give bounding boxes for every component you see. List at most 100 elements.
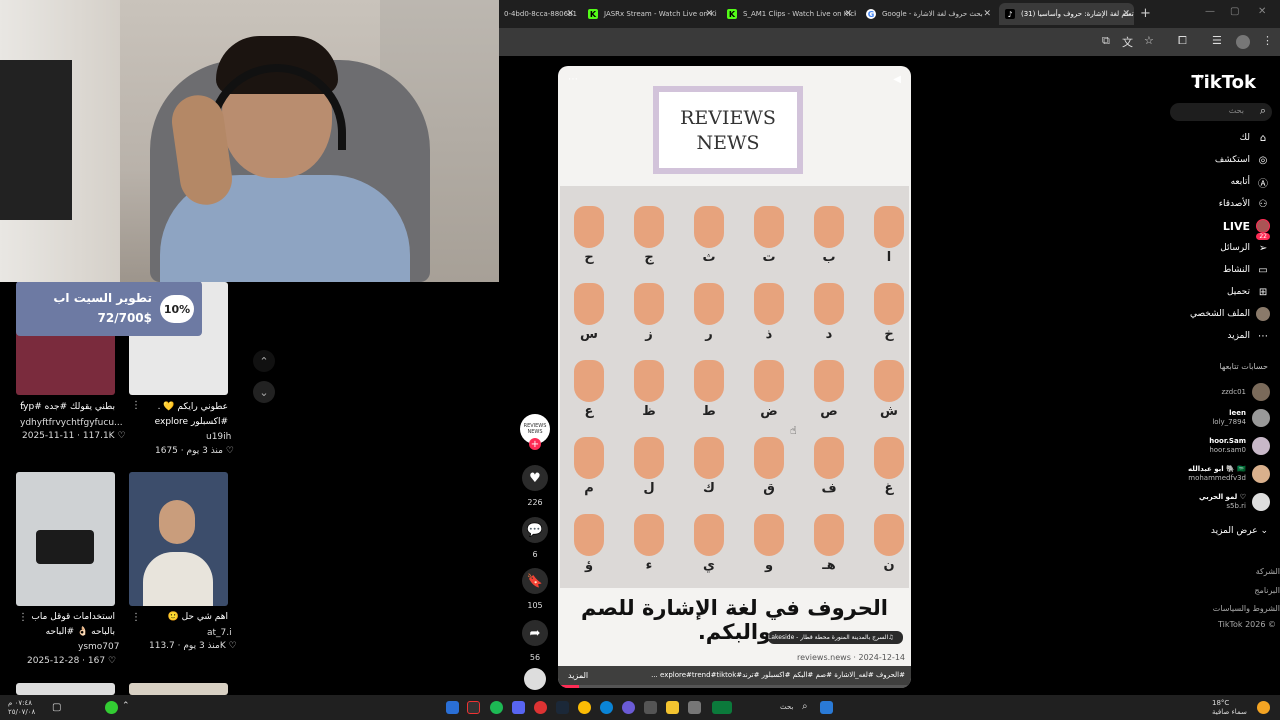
- following-account[interactable]: لمو الحربي ♡ s5b.ri: [1199, 491, 1270, 513]
- new-tab-button[interactable]: +: [1140, 6, 1151, 21]
- video-byline[interactable]: reviews.news · 2024-12-14: [797, 653, 905, 662]
- browser-tab[interactable]: K S_AM1 Clips - Watch Live on Kick ✕: [721, 3, 856, 25]
- edge-icon[interactable]: [600, 701, 613, 714]
- more-options-icon[interactable]: ⋮: [18, 400, 28, 411]
- nav-activity[interactable]: ▭ النشاط: [1223, 261, 1270, 279]
- video-title[interactable]: اهم شي حل 🙂: [129, 612, 228, 622]
- following-account[interactable]: hoor.Sam hoor.sam0: [1209, 435, 1270, 457]
- app-icon[interactable]: [622, 701, 635, 714]
- follow-plus-button[interactable]: +: [529, 438, 541, 450]
- music-label[interactable]: ♫ السرج بالمدينة المنورة محطة قطار - Lak…: [768, 631, 903, 644]
- more-options-icon[interactable]: ⋯: [568, 74, 578, 85]
- like-button[interactable]: ♥: [522, 465, 548, 491]
- spotify-icon[interactable]: [490, 701, 503, 714]
- sign-cell: خ: [864, 277, 911, 357]
- video-username[interactable]: ysmo707: [78, 642, 119, 652]
- video-thumbnail[interactable]: [16, 472, 115, 606]
- video-tags[interactable]: بالباحه 👌🏻 #الباحه: [16, 627, 115, 637]
- next-video-button[interactable]: ⌄: [253, 381, 275, 403]
- nav-explore[interactable]: ◎ استكشف: [1215, 151, 1270, 169]
- close-window-icon[interactable]: ✕: [1258, 6, 1266, 17]
- maximize-icon[interactable]: ▢: [1230, 6, 1239, 17]
- app-icon[interactable]: [534, 701, 547, 714]
- windows-start-icon[interactable]: [446, 701, 459, 714]
- show-more-button[interactable]: ⌄ عرض المزيد: [1211, 526, 1268, 536]
- video-thumbnail[interactable]: [129, 472, 228, 606]
- windows-logo-icon[interactable]: [820, 701, 833, 714]
- video-progress-bar[interactable]: [558, 685, 911, 688]
- bookmark-star-icon[interactable]: ☆: [1144, 34, 1154, 47]
- more-icon: ⋯: [1258, 330, 1268, 342]
- footer-link-terms[interactable]: الشروط والسياسات: [1213, 604, 1280, 613]
- more-options-icon[interactable]: ⋮: [18, 612, 28, 623]
- minimize-icon[interactable]: —: [1205, 6, 1215, 17]
- comment-button[interactable]: 💬: [522, 517, 548, 543]
- nav-more[interactable]: ⋯ المزيد: [1227, 327, 1270, 345]
- browser-tab[interactable]: G Google - بحث حروف لغة الاشارة ✕: [860, 3, 995, 25]
- video-title[interactable]: عطوني رايكم 💛 .: [129, 402, 228, 412]
- browser-tab[interactable]: 0-4bd0-8cca-8806b1 ✕: [498, 3, 578, 25]
- close-tab-icon[interactable]: ✕: [705, 9, 713, 19]
- steam-icon[interactable]: [556, 701, 569, 714]
- reading-list-icon[interactable]: ☰: [1212, 34, 1222, 47]
- video-username[interactable]: u19ih: [206, 432, 231, 442]
- nav-for-you[interactable]: ⌂ لك: [1240, 129, 1270, 147]
- tray-app-icon[interactable]: [105, 701, 118, 714]
- more-options-icon[interactable]: ⋮: [131, 612, 141, 623]
- browser-menu-icon[interactable]: ⋮: [1262, 34, 1273, 47]
- nav-upload[interactable]: ⊞ تحميل: [1227, 283, 1270, 301]
- browser-tab[interactable]: K JASRx Stream - Watch Live on Kick ✕: [582, 3, 717, 25]
- following-account[interactable]: zzdc01: [1221, 381, 1270, 403]
- save-button[interactable]: 🔖: [522, 568, 548, 594]
- nav-profile[interactable]: الملف الشخصي: [1190, 305, 1270, 323]
- search-input[interactable]: بحث ⌕: [1170, 103, 1272, 121]
- hand-sign-icon: [694, 206, 724, 248]
- caption-more-link[interactable]: المزيد: [568, 671, 588, 680]
- app-icon[interactable]: [467, 701, 480, 714]
- video-title[interactable]: استخدامات قوقل ماب: [16, 612, 115, 622]
- nav-messages[interactable]: ➢ الرسائل 22: [1220, 233, 1270, 257]
- windows-taskbar: ٠٧:٤٨ م ٢٥/٠٧/٠٨ ▢ ⌃ بحث ⌕ 18°C سماء صاف…: [0, 695, 1280, 720]
- profile-avatar-icon[interactable]: [1236, 35, 1250, 49]
- following-account[interactable]: ابو عبدالله 🐘 🇸🇦 mohammedfv3d: [1188, 463, 1270, 485]
- hand-sign-icon: [874, 360, 904, 402]
- video-title[interactable]: بطني يقولك #جده #fyp: [16, 402, 115, 412]
- chevron-up-icon[interactable]: ⌃: [122, 701, 130, 711]
- more-options-icon[interactable]: ⋮: [131, 400, 141, 411]
- app-icon[interactable]: [644, 701, 657, 714]
- close-tab-icon[interactable]: ✕: [844, 9, 852, 19]
- video-username[interactable]: ydhyftfrvychtfgyfucu...: [20, 418, 123, 428]
- close-tab-icon[interactable]: ✕: [983, 9, 991, 19]
- tiktok-brand[interactable]: TikTok: [1191, 72, 1256, 93]
- app-icon[interactable]: [712, 701, 732, 714]
- video-tags[interactable]: #اكسبلور explore: [129, 417, 228, 427]
- video-thumbnail[interactable]: [129, 683, 228, 695]
- video-thumbnail[interactable]: [16, 683, 115, 695]
- main-video-player[interactable]: ⋯ ◀ REVIEWS NEWS ح ج ث ت ب ا س ز ر ذ د خ ع ظ ط ض ص ش م ل ك ق ف غ…: [558, 66, 911, 688]
- music-disc-button[interactable]: [524, 668, 546, 690]
- translate-icon[interactable]: 文: [1122, 34, 1133, 50]
- previous-video-button[interactable]: ⌃: [253, 350, 275, 372]
- extensions-icon[interactable]: ⧠: [1178, 34, 1187, 48]
- tray-icon[interactable]: ▢: [52, 702, 61, 713]
- search-icon[interactable]: ⌕: [802, 701, 808, 712]
- sign-letter: خ: [884, 327, 894, 342]
- close-tab-icon[interactable]: ✕: [1122, 9, 1130, 19]
- app-icon[interactable]: [688, 701, 701, 714]
- share-button[interactable]: ➦: [522, 620, 548, 646]
- taskbar-search-label[interactable]: بحث: [780, 703, 793, 711]
- close-tab-icon[interactable]: ✕: [566, 9, 574, 19]
- footer-link-company[interactable]: الشركة: [1256, 567, 1280, 576]
- search-icon[interactable]: ⌕: [1260, 104, 1266, 118]
- nav-friends[interactable]: ⚇ الأصدقاء: [1219, 195, 1270, 213]
- chrome-icon[interactable]: [578, 701, 591, 714]
- following-account[interactable]: leen loly_7894: [1212, 407, 1270, 429]
- video-username[interactable]: at_7.i: [207, 628, 232, 638]
- nav-following[interactable]: Ⓐ أتابعه: [1231, 173, 1270, 191]
- footer-link-program[interactable]: البرنامج: [1254, 586, 1280, 595]
- cast-icon[interactable]: ⧉: [1102, 34, 1110, 48]
- volume-icon[interactable]: ◀: [893, 74, 901, 85]
- folder-icon[interactable]: [666, 701, 679, 714]
- browser-tab-active[interactable]: ♪ (31) تعلم لغة الإشارة: حروف وأساسيا ✕: [999, 3, 1134, 25]
- discord-icon[interactable]: [512, 701, 525, 714]
